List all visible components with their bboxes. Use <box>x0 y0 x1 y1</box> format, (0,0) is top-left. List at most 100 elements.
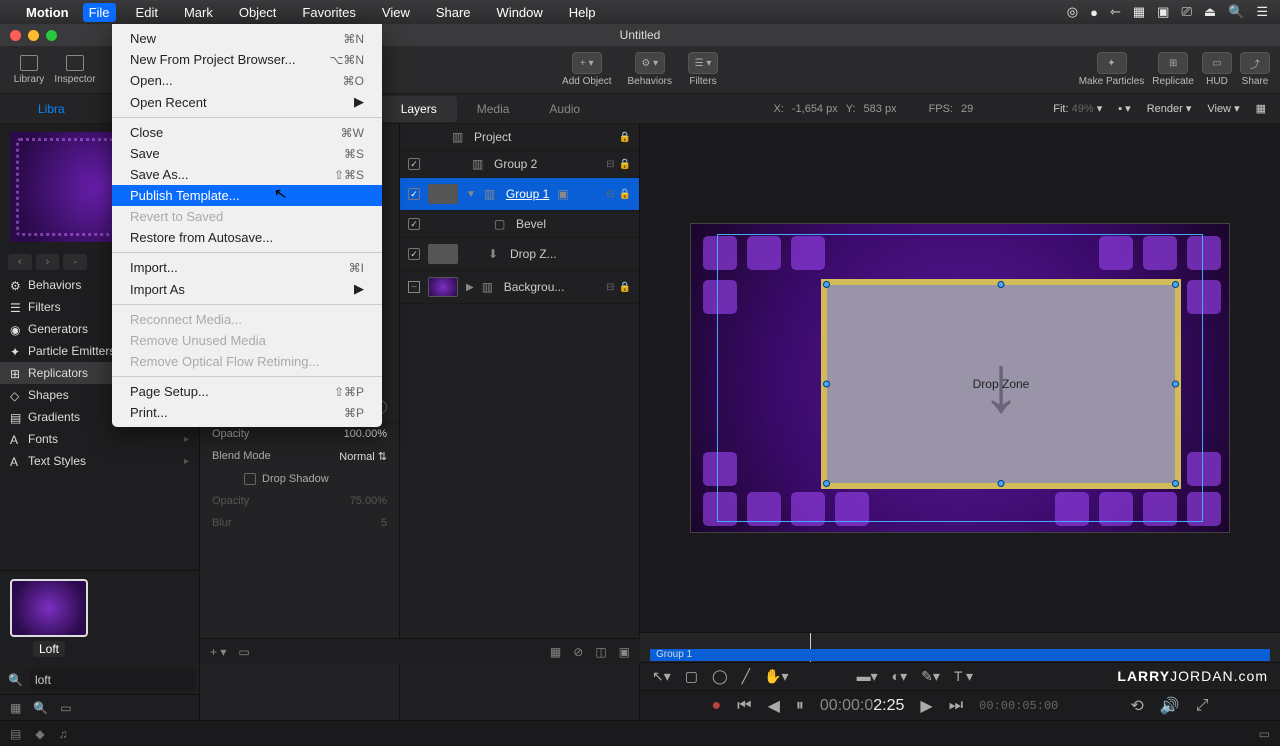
layer-checkbox[interactable] <box>408 248 420 260</box>
cat-text-styles[interactable]: AText Styles▸ <box>0 450 199 472</box>
display-icon[interactable]: ⎚ <box>1181 4 1191 20</box>
mask-tool-icon[interactable]: ◐▾ <box>892 668 907 685</box>
audio-timeline-icon[interactable]: ♫ <box>59 727 68 741</box>
audio-icon[interactable]: 🔊 <box>1160 696 1180 716</box>
tab-media[interactable]: Media <box>457 96 530 122</box>
grid-icon[interactable]: ▦ <box>550 645 561 659</box>
menu-mark[interactable]: Mark <box>178 3 219 22</box>
circle-tool-icon[interactable]: ◯ <box>712 668 728 685</box>
app-name[interactable]: Motion <box>26 5 69 20</box>
cc-icon[interactable]: ◎ <box>1067 4 1078 20</box>
canvas[interactable]: Drop Zone ↓ <box>640 124 1280 632</box>
menu-new-from-browser[interactable]: New From Project Browser...⌥⌘N <box>112 49 382 70</box>
loop-icon[interactable]: ⟲ <box>1130 696 1143 716</box>
layer-bevel[interactable]: ▢ Bevel <box>400 211 639 238</box>
menu-import-as[interactable]: Import As▶ <box>112 278 382 300</box>
tab-layers[interactable]: Layers <box>381 96 457 122</box>
layer-project[interactable]: ▥ Project 🔒 <box>400 124 639 151</box>
menu-help[interactable]: Help <box>563 3 602 22</box>
behaviors-button[interactable]: ⚙ ▾Behaviors <box>628 52 672 87</box>
layout-icon[interactable]: ▦ <box>1252 102 1270 115</box>
go-start-icon[interactable]: ⏮ <box>737 697 751 715</box>
layer-group1[interactable]: ▼ ▥ Group 1 ▣ ⊟🔒 <box>400 178 639 211</box>
crop-icon[interactable]: ◫ <box>595 645 606 659</box>
pen-tool-icon[interactable]: ✎▾ <box>921 668 940 685</box>
menu-edit[interactable]: Edit <box>130 3 164 22</box>
go-end-icon[interactable]: ⏭ <box>949 697 963 715</box>
share-button[interactable]: ⤴Share <box>1240 52 1270 87</box>
dropbox-icon[interactable]: ⇽ <box>1110 4 1121 20</box>
layer-checkbox[interactable] <box>408 218 420 230</box>
lock-icon[interactable]: 🔒 <box>619 282 631 293</box>
menu-page-setup[interactable]: Page Setup...⇧⌘P <box>112 381 382 402</box>
link-icon[interactable]: ⊘ <box>573 645 583 659</box>
step-back-icon[interactable]: ◀ <box>768 696 780 716</box>
close-icon[interactable] <box>10 30 21 41</box>
lock-icon[interactable]: 🔒 <box>619 132 631 143</box>
add-object-button[interactable]: + ▾Add Object <box>562 52 611 87</box>
grid-icon[interactable]: ▦ <box>1133 4 1145 20</box>
render-dropdown[interactable]: Render ▾ <box>1143 102 1196 115</box>
color-dropdown[interactable]: ▪ ▾ <box>1114 102 1134 115</box>
add-icon[interactable]: + ▾ <box>210 645 226 659</box>
disclosure-icon[interactable]: ▼ <box>466 189 476 200</box>
menu-import[interactable]: Import...⌘I <box>112 257 382 278</box>
breadcrumb-fwd[interactable]: › <box>36 254 60 270</box>
inspector-button[interactable]: Inspector <box>52 48 98 92</box>
play-pause-icon[interactable]: ⏸ <box>796 697 804 715</box>
menu-open[interactable]: Open...⌘O <box>112 70 382 91</box>
cat-fonts[interactable]: AFonts▸ <box>0 428 199 450</box>
layer-background[interactable]: − ▶ ▥ Backgrou... ⊟🔒 <box>400 271 639 304</box>
menu-file[interactable]: File <box>83 3 116 22</box>
frame2-icon[interactable]: ▣ <box>619 645 630 659</box>
menu-save-as[interactable]: Save As...⇧⌘S <box>112 164 382 185</box>
hand-tool-icon[interactable]: ✋▾ <box>764 668 788 685</box>
layer-group2[interactable]: ▥ Group 2 ⊟🔒 <box>400 151 639 178</box>
minimize-icon[interactable] <box>28 30 39 41</box>
menu-icon[interactable]: ☰ <box>1256 4 1268 20</box>
record-icon[interactable]: ▣ <box>1157 4 1169 20</box>
layout-icon[interactable]: ▭ <box>1259 727 1270 741</box>
layer-dropzone[interactable]: ⬇ Drop Z... <box>400 238 639 271</box>
menu-view[interactable]: View <box>376 3 416 22</box>
grid-view-icon[interactable]: ▦ <box>10 701 21 715</box>
library-tab[interactable]: Libra <box>0 102 65 116</box>
menu-restore-autosave[interactable]: Restore from Autosave... <box>112 227 382 248</box>
menu-share[interactable]: Share <box>430 3 477 22</box>
menu-new[interactable]: New⌘N <box>112 28 382 49</box>
library-button[interactable]: Library <box>6 48 52 92</box>
search-icon[interactable]: 🔍 <box>1228 4 1244 20</box>
menu-window[interactable]: Window <box>491 3 549 22</box>
frame-icon[interactable]: ▭ <box>238 645 249 659</box>
layer-minus[interactable]: − <box>408 281 420 293</box>
line-tool-icon[interactable]: ╱ <box>742 668 750 685</box>
expand-icon[interactable]: ⤢ <box>1196 697 1209 715</box>
lock-icon[interactable]: 🔒 <box>619 159 631 170</box>
menu-print[interactable]: Print...⌘P <box>112 402 382 423</box>
menu-open-recent[interactable]: Open Recent▶ <box>112 91 382 113</box>
menu-object[interactable]: Object <box>233 3 283 22</box>
text-tool-icon[interactable]: T ▾ <box>954 668 973 685</box>
opacity-value[interactable]: 100.00% <box>344 428 387 440</box>
filters-button[interactable]: ☰ ▾Filters <box>688 52 718 87</box>
fit-dropdown[interactable]: Fit: 49% ▾ <box>1049 102 1106 115</box>
mini-timeline[interactable]: Group 1 <box>640 632 1280 662</box>
rect-tool-icon[interactable]: ▢ <box>685 668 698 685</box>
menu-publish-template[interactable]: Publish Template... <box>112 185 382 206</box>
make-particles-button[interactable]: ✦Make Particles <box>1079 52 1145 87</box>
eject-icon[interactable]: ⏏ <box>1204 4 1216 20</box>
lock-icon[interactable]: 🔒 <box>619 189 631 200</box>
search-input[interactable] <box>29 670 196 690</box>
timeline-icon[interactable]: ▤ <box>10 727 21 741</box>
step-fwd-icon[interactable]: ▶ <box>920 696 932 716</box>
blend-value[interactable]: Normal ⇅ <box>339 450 387 463</box>
menu-save[interactable]: Save⌘S <box>112 143 382 164</box>
view-dropdown[interactable]: View ▾ <box>1203 102 1243 115</box>
replicate-button[interactable]: ⊞Replicate <box>1152 52 1194 87</box>
timecode[interactable]: 00:00:02:25 <box>820 697 905 715</box>
breadcrumb-back[interactable]: ‹ <box>8 254 32 270</box>
menu-close[interactable]: Close⌘W <box>112 122 382 143</box>
drop-shadow-checkbox[interactable] <box>244 473 256 485</box>
hud-button[interactable]: ▭HUD <box>1202 52 1232 87</box>
list-view-icon[interactable]: ▭ <box>60 701 71 715</box>
